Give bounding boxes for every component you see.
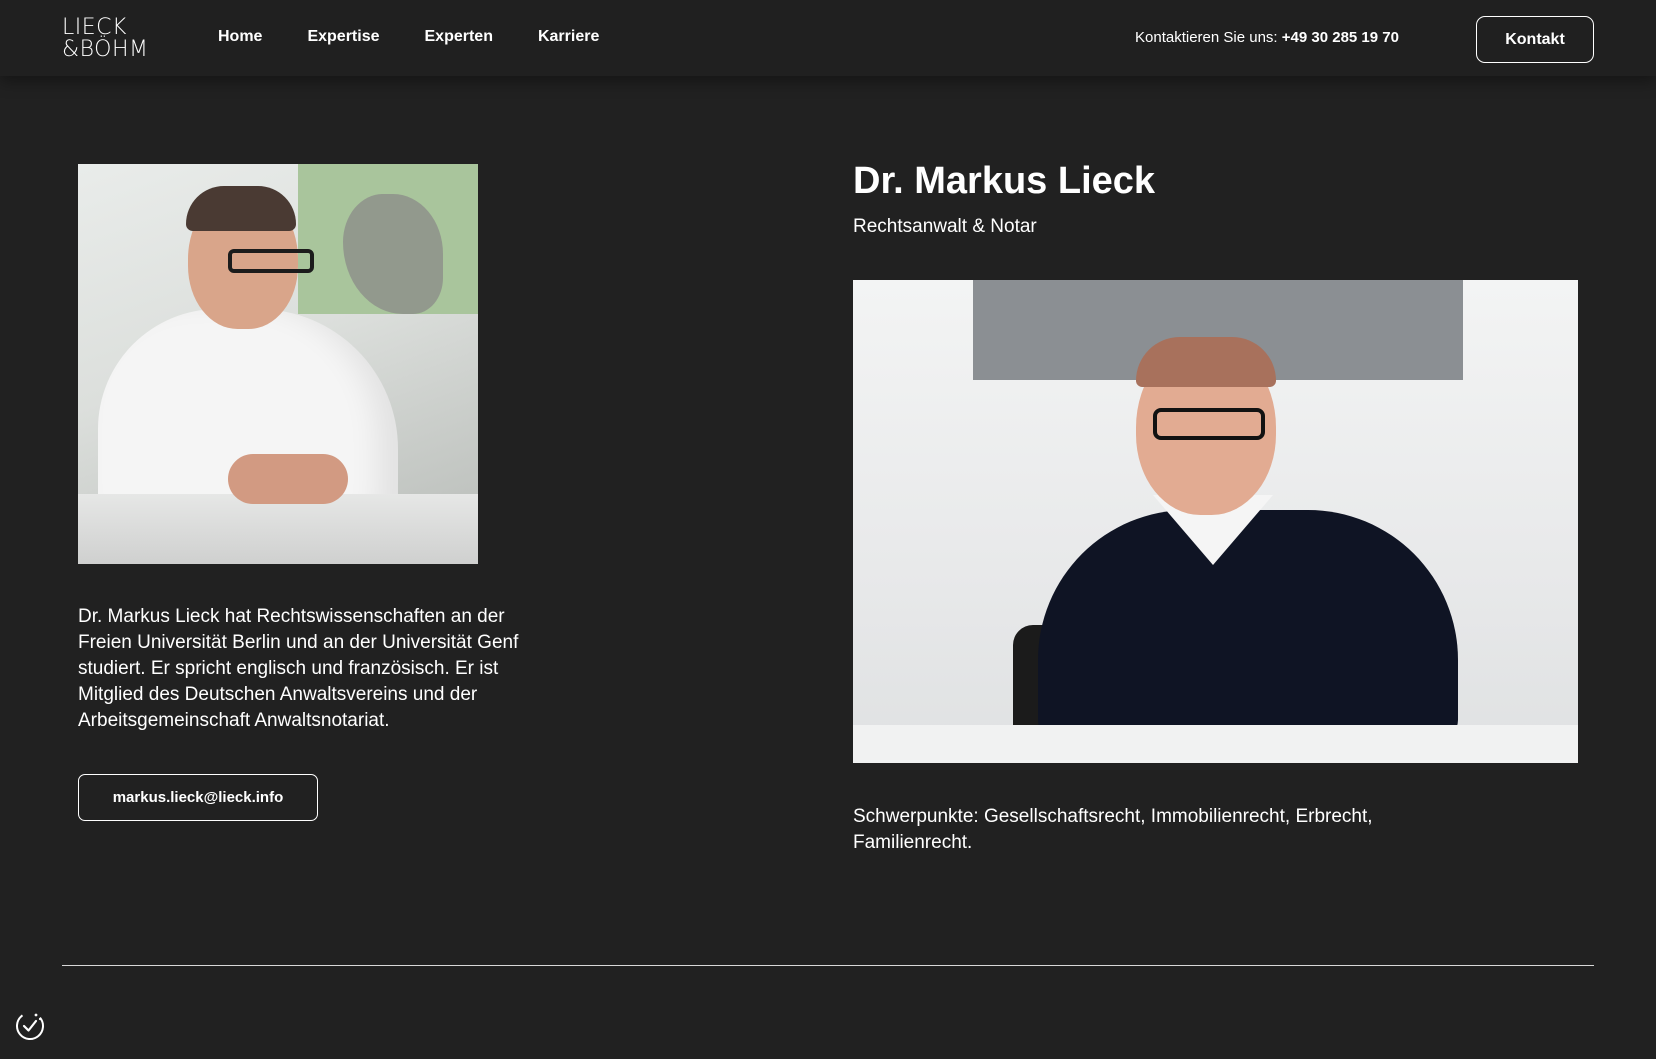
section-divider	[62, 965, 1594, 966]
page: LIECK &BÖHM Home Expertise Experten Karr…	[0, 0, 1656, 1059]
logo-line-1: LIECK	[62, 15, 127, 40]
nav-item-experten[interactable]: Experten	[425, 28, 493, 46]
logo[interactable]: LIECK &BÖHM	[62, 17, 149, 61]
logo-line-2: &BÖHM	[62, 37, 149, 62]
contact-line: Kontaktieren Sie uns: +49 30 285 19 70	[1135, 29, 1399, 46]
kontakt-button[interactable]: Kontakt	[1476, 16, 1594, 63]
nav-item-karriere[interactable]: Karriere	[538, 28, 599, 46]
cookie-settings-icon[interactable]	[14, 1010, 46, 1042]
photo-desk	[853, 725, 1578, 763]
nav-item-home[interactable]: Home	[218, 28, 262, 46]
photo-sweater	[1038, 510, 1458, 740]
bio-text: Dr. Markus Lieck hat Rechtswissenschafte…	[78, 606, 519, 731]
profile-role: Rechtsanwalt & Notar	[853, 216, 1037, 237]
photo-glasses	[228, 249, 314, 273]
site-header: LIECK &BÖHM Home Expertise Experten Karr…	[0, 0, 1656, 76]
contact-label: Kontaktieren Sie uns:	[1135, 29, 1278, 46]
focus-areas-text: Schwerpunkte: Gesellschaftsrecht, Immobi…	[853, 806, 1373, 853]
main-nav: Home Expertise Experten Karriere	[218, 28, 644, 46]
photo-table	[78, 494, 478, 564]
nav-item-expertise[interactable]: Expertise	[307, 28, 379, 46]
portrait-photo-left	[78, 164, 478, 564]
contact-phone[interactable]: +49 30 285 19 70	[1282, 29, 1399, 46]
profile-name: Dr. Markus Lieck	[853, 160, 1156, 202]
photo-hands	[228, 454, 348, 504]
photo-hair	[1136, 337, 1276, 387]
email-button[interactable]: markus.lieck@lieck.info	[78, 774, 318, 821]
portrait-photo-right	[853, 280, 1578, 763]
photo-glasses	[1153, 408, 1265, 440]
photo-hair	[186, 186, 296, 231]
